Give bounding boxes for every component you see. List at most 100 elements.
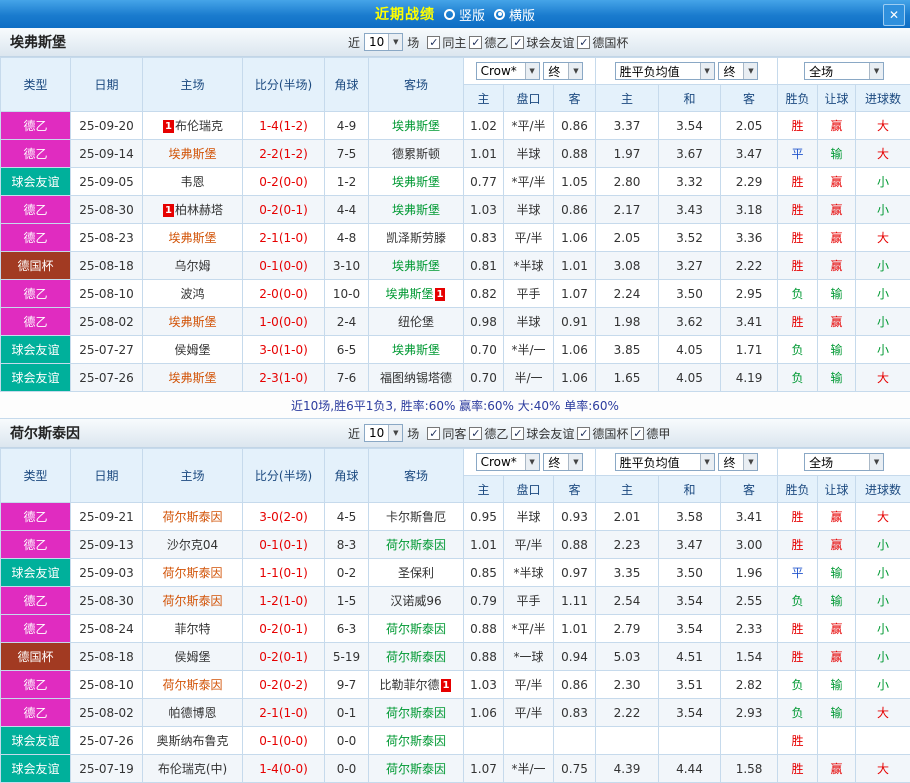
checkbox-icon[interactable]: ✓ [511, 427, 524, 440]
chevron-down-icon: ▼ [388, 425, 402, 441]
league-type-badge: 德乙 [1, 699, 71, 727]
scope-select[interactable]: 全场▼ [804, 453, 884, 471]
score: 0-1(0-0) [243, 727, 325, 755]
result-goals: 小 [856, 308, 910, 336]
avg-odds-home: 2.24 [596, 280, 659, 308]
odds-stage-select[interactable]: 终▼ [543, 62, 583, 80]
checkbox-icon[interactable]: ✓ [469, 427, 482, 440]
corners: 7-5 [325, 140, 369, 168]
avg-odds-home: 3.37 [596, 112, 659, 140]
avg-type-select[interactable]: 胜平负均值▼ [615, 62, 715, 80]
col-odds-home: 主 [464, 85, 504, 112]
filter-checkbox-1-2[interactable]: ✓球会友谊 [511, 425, 574, 442]
col-avg-draw: 和 [659, 476, 721, 503]
avg-stage-select[interactable]: 终▼ [718, 62, 758, 80]
close-button[interactable]: ✕ [883, 4, 905, 26]
checkbox-icon[interactable]: ✓ [631, 427, 644, 440]
games-count-select[interactable]: 10 ▼ [364, 33, 403, 51]
match-row: 德乙25-08-10波鸿2-0(0-0)10-0埃弗斯堡10.82平手1.072… [1, 280, 910, 308]
filter-checkbox-0-2[interactable]: ✓球会友谊 [511, 34, 574, 51]
odds-provider-select[interactable]: Crow*▼ [476, 62, 540, 80]
filter-checkbox-1-4[interactable]: ✓德甲 [631, 425, 670, 442]
checkbox-icon[interactable]: ✓ [427, 427, 440, 440]
result-outcome: 胜 [778, 308, 818, 336]
chevron-down-icon: ▼ [700, 454, 714, 470]
odds-stage-select[interactable]: 终▼ [543, 453, 583, 471]
home-team: 埃弗斯堡 [143, 140, 243, 168]
chevron-down-icon: ▼ [388, 34, 402, 50]
home-team: 埃弗斯堡 [143, 308, 243, 336]
odds-provider-select[interactable]: Crow*▼ [476, 453, 540, 471]
handicap-line: 平/半 [504, 224, 554, 252]
filter-checkbox-0-1[interactable]: ✓德乙 [469, 34, 508, 51]
checkbox-label: 球会友谊 [526, 425, 574, 442]
result-outcome: 平 [778, 559, 818, 587]
away-team-name: 汉诺威96 [390, 594, 441, 608]
result-handicap: 赢 [818, 755, 856, 783]
home-team-name: 荷尔斯泰因 [162, 566, 222, 580]
layout-option-vertical[interactable]: 竖版 [444, 5, 485, 24]
avg-type-select[interactable]: 胜平负均值▼ [615, 453, 715, 471]
checkbox-icon[interactable]: ✓ [577, 36, 590, 49]
avg-odds-draw: 3.54 [659, 587, 721, 615]
league-filter-group: ✓同客✓德乙✓球会友谊✓德国杯✓德甲 [427, 425, 670, 442]
home-team: 荷尔斯泰因 [143, 559, 243, 587]
checkbox-icon[interactable]: ✓ [427, 36, 440, 49]
match-row: 德乙25-09-14埃弗斯堡2-2(1-2)7-5德累斯顿1.01半球0.881… [1, 140, 910, 168]
avg-odds-draw [659, 727, 721, 755]
checkbox-icon[interactable]: ✓ [577, 427, 590, 440]
select-value: 10 [369, 35, 384, 49]
col-type: 类型 [1, 58, 71, 112]
league-type-badge: 德乙 [1, 531, 71, 559]
score: 0-1(0-0) [243, 252, 325, 280]
score: 0-2(0-1) [243, 643, 325, 671]
home-team-name: 侯姆堡 [174, 343, 210, 357]
filter-checkbox-1-1[interactable]: ✓德乙 [469, 425, 508, 442]
avg-stage-select[interactable]: 终▼ [718, 453, 758, 471]
handicap-line: 半/一 [504, 364, 554, 392]
match-date: 25-07-27 [71, 336, 143, 364]
layout-option-horizontal[interactable]: 横版 [494, 5, 535, 24]
score: 3-0(2-0) [243, 503, 325, 531]
games-count-select[interactable]: 10▼ [364, 424, 403, 442]
checkbox-icon[interactable]: ✓ [511, 36, 524, 49]
result-handicap: 赢 [818, 308, 856, 336]
layout-radio-group: 竖版 横版 [435, 5, 535, 24]
match-date: 25-08-18 [71, 643, 143, 671]
away-team-name: 卡尔斯鲁厄 [386, 510, 446, 524]
corners: 4-9 [325, 112, 369, 140]
scope-select[interactable]: 全场▼ [804, 62, 884, 80]
games-label: 场 [407, 425, 419, 442]
result-handicap: 赢 [818, 643, 856, 671]
handicap-line: *平/半 [504, 112, 554, 140]
match-row: 球会友谊25-07-26埃弗斯堡2-3(1-0)7-6福图纳锡塔德0.70半/一… [1, 364, 910, 392]
handicap-odds-home: 0.77 [464, 168, 504, 196]
avg-odds-home: 1.98 [596, 308, 659, 336]
col-away: 客场 [369, 449, 464, 503]
chevron-down-icon: ▼ [525, 454, 539, 470]
away-team: 福图纳锡塔德 [369, 364, 464, 392]
filter-checkbox-1-3[interactable]: ✓德国杯 [577, 425, 628, 442]
handicap-odds-away: 0.83 [554, 699, 596, 727]
filter-checkbox-0-3[interactable]: ✓德国杯 [577, 34, 628, 51]
checkbox-icon[interactable]: ✓ [469, 36, 482, 49]
score: 1-1(0-1) [243, 559, 325, 587]
match-date: 25-09-05 [71, 168, 143, 196]
away-team: 埃弗斯堡 [369, 112, 464, 140]
header-row-top: 类型 日期 主场 比分(半场) 角球 客场 Crow*▼ 终▼ 胜平负均值▼ 终… [1, 58, 910, 85]
match-date: 25-08-02 [71, 308, 143, 336]
checkbox-label: 德乙 [484, 34, 508, 51]
result-goals: 小 [856, 559, 910, 587]
match-date: 25-08-24 [71, 615, 143, 643]
handicap-line: 平手 [504, 280, 554, 308]
chevron-down-icon: ▼ [869, 63, 883, 79]
avg-odds-home: 3.35 [596, 559, 659, 587]
result-goals: 大 [856, 364, 910, 392]
radio-option-label: 横版 [509, 5, 535, 24]
filter-checkbox-1-0[interactable]: ✓同客 [427, 425, 466, 442]
filter-checkbox-0-0[interactable]: ✓同主 [427, 34, 466, 51]
result-outcome: 负 [778, 699, 818, 727]
record-summary: 近10场,胜6平1负3, 胜率:60% 赢率:60% 大:40% 单率:60% [0, 392, 910, 419]
handicap-odds-away: 0.88 [554, 531, 596, 559]
avg-odds-away: 2.22 [721, 252, 778, 280]
